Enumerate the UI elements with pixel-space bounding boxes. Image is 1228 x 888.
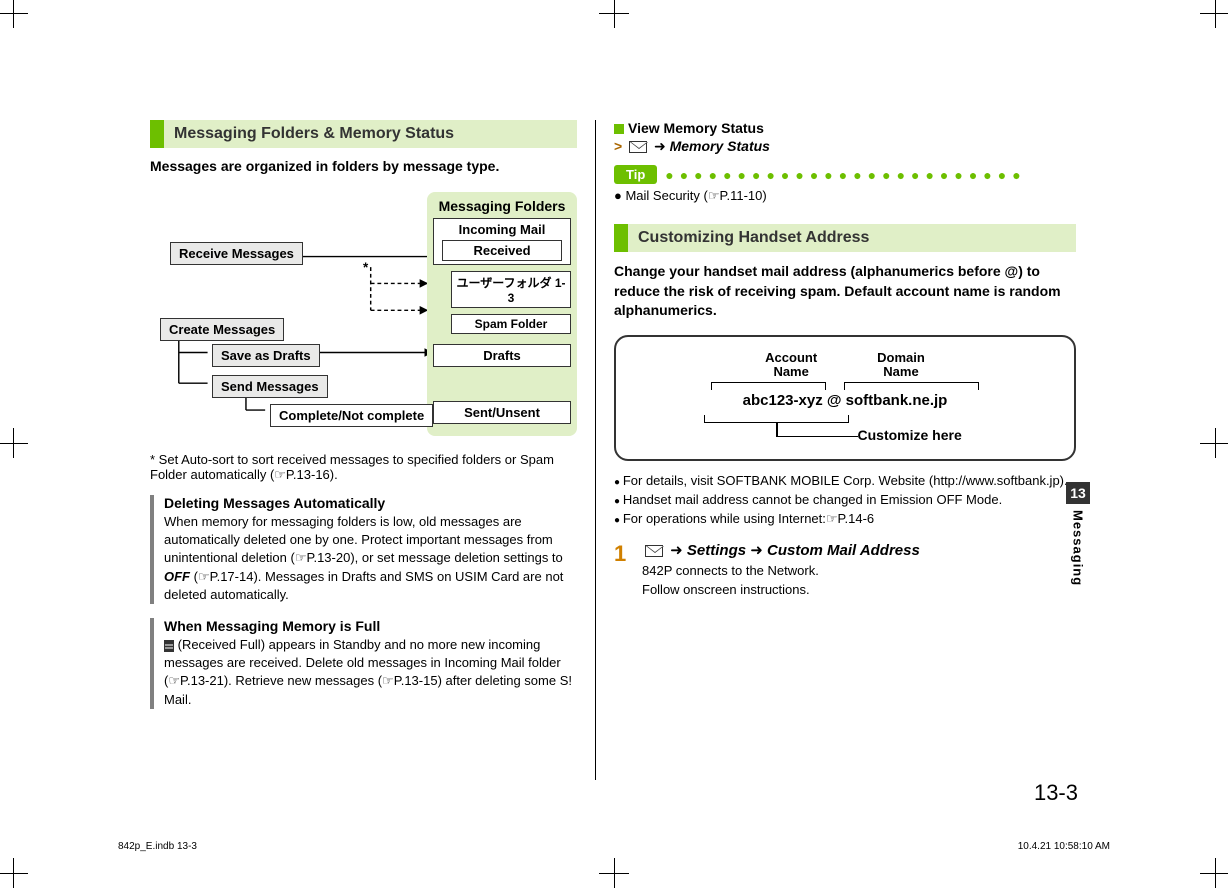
left-column: Messaging Folders & Memory Status Messag…: [150, 120, 595, 780]
sub-memory-full: When Messaging Memory is Full (Received …: [150, 618, 577, 709]
tag-create: Create Messages: [160, 318, 284, 341]
email-example: abc123-xyz @ softbank.ne.jp: [626, 392, 1064, 409]
bracket-account: [711, 382, 826, 390]
right-column: View Memory Status > ➜ Memory Status Tip…: [596, 120, 1076, 780]
under-line: [776, 423, 778, 437]
section-header: Messaging Folders & Memory Status: [150, 120, 577, 148]
memory-status-path: > ➜ Memory Status: [614, 138, 1076, 155]
crop-mark: [1200, 428, 1228, 458]
chapter-number: 13: [1066, 482, 1090, 504]
bullet-square-icon: [614, 124, 624, 134]
step-sub: Follow onscreen instructions.: [642, 582, 1076, 597]
under-bracket: [704, 415, 849, 423]
footer-left: 842p_E.indb 13-3: [118, 841, 197, 852]
received-full-icon: [164, 640, 174, 652]
customize-desc: Change your handset mail address (alphan…: [614, 262, 1076, 321]
tip-dots: ●●●●●●●●●●●●●●●●●●●●●●●●●: [665, 167, 1076, 183]
step-path: ➜ Settings ➜ Custom Mail Address: [642, 541, 1076, 559]
section-accent: [150, 120, 164, 148]
account-name-label: Account Name: [765, 351, 817, 380]
note-item: Handset mail address cannot be changed i…: [614, 492, 1076, 507]
sub-deleting-body: When memory for messaging folders is low…: [164, 513, 577, 604]
section-title: Messaging Folders & Memory Status: [164, 120, 577, 148]
folders-panel: Messaging Folders Incoming Mail Received…: [427, 192, 577, 436]
intro-text: Messages are organized in folders by mes…: [150, 158, 577, 174]
tip-row: Tip ●●●●●●●●●●●●●●●●●●●●●●●●●: [614, 165, 1076, 184]
arrow-icon: ➜: [750, 542, 763, 559]
arrow-icon: ➜: [654, 138, 666, 154]
section-title-2: Customizing Handset Address: [628, 224, 1076, 252]
folder-incoming-label: Incoming Mail: [459, 222, 546, 237]
svg-text:*: *: [363, 260, 369, 275]
tag-complete: Complete/Not complete: [270, 404, 433, 427]
mail-icon: [645, 545, 663, 557]
page-number: 13-3: [1034, 780, 1078, 806]
under-connector: [778, 436, 858, 443]
crop-mark: [599, 0, 629, 28]
tag-receive: Receive Messages: [170, 242, 303, 265]
mail-icon: [629, 141, 647, 153]
sub-memory-full-body: (Received Full) appears in Standby and n…: [164, 636, 577, 709]
folder-sent: Sent/Unsent: [433, 401, 571, 424]
crop-mark: [0, 428, 28, 458]
folder-received: Received: [442, 240, 562, 261]
sub-deleting: Deleting Messages Automatically When mem…: [150, 495, 577, 604]
crop-mark: [599, 858, 629, 888]
tag-save-drafts: Save as Drafts: [212, 344, 320, 367]
step-1: 1 ➜ Settings ➜ Custom Mail Address 842P …: [614, 541, 1076, 597]
chevron-icon: >: [614, 138, 622, 154]
crop-mark: [0, 0, 28, 28]
section-header-2: Customizing Handset Address: [614, 224, 1076, 252]
note-item: For details, visit SOFTBANK MOBILE Corp.…: [614, 473, 1076, 488]
side-tab: 13 Messaging: [1066, 482, 1090, 586]
email-example-box: Account Name Domain Name abc123-xyz @ so…: [614, 335, 1076, 462]
folder-spam: Spam Folder: [451, 314, 571, 334]
folder-drafts: Drafts: [433, 344, 571, 367]
view-memory-heading: View Memory Status: [614, 120, 1076, 136]
step-number: 1: [614, 541, 642, 567]
tip-item: Mail Security (☞P.11-10): [614, 188, 1076, 204]
section-accent: [614, 224, 628, 252]
crop-mark: [1200, 858, 1228, 888]
chapter-label: Messaging: [1071, 510, 1086, 586]
notes-list: For details, visit SOFTBANK MOBILE Corp.…: [614, 473, 1076, 527]
folder-user: ユーザーフォルダ 1-3: [451, 271, 571, 308]
folders-panel-title: Messaging Folders: [433, 198, 571, 214]
bracket-domain: [844, 382, 979, 390]
customize-here-label: Customize here: [858, 427, 962, 443]
sub-memory-full-title: When Messaging Memory is Full: [164, 618, 577, 634]
domain-name-label: Domain Name: [877, 351, 925, 380]
sub-deleting-title: Deleting Messages Automatically: [164, 495, 577, 511]
footnote: * Set Auto-sort to sort received message…: [150, 452, 577, 483]
step-sub: 842P connects to the Network.: [642, 563, 1076, 578]
tag-send: Send Messages: [212, 375, 328, 398]
arrow-icon: ➜: [670, 542, 683, 559]
footer-right: 10.4.21 10:58:10 AM: [1018, 841, 1110, 852]
crop-mark: [0, 858, 28, 888]
note-item: For operations while using Internet:☞P.1…: [614, 511, 1076, 527]
tip-badge: Tip: [614, 165, 657, 184]
crop-mark: [1200, 0, 1228, 28]
folder-incoming: Incoming Mail Received: [433, 218, 571, 265]
folders-diagram: * Messaging Folders Incoming Mail Receiv…: [150, 192, 577, 442]
